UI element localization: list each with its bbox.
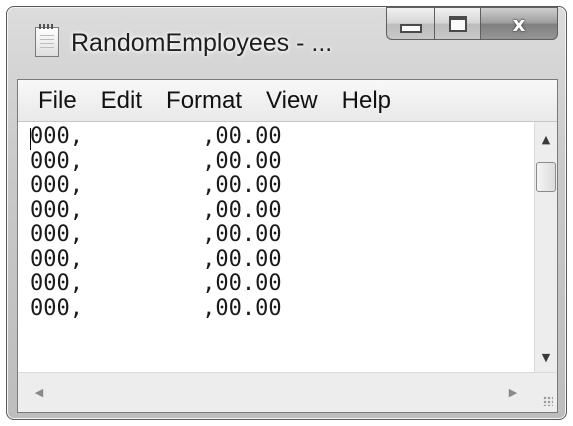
menu-format[interactable]: Format — [154, 81, 254, 121]
vertical-scrollbar[interactable]: ▲ ▼ — [534, 122, 557, 372]
maximize-icon — [448, 15, 467, 32]
text-line: 000, ,00.00 — [30, 197, 282, 223]
text-line: 000, ,00.00 — [30, 295, 282, 321]
close-button[interactable]: x — [480, 7, 558, 40]
title-bar[interactable]: RandomEmployees - ... x — [7, 7, 566, 79]
notepad-window: RandomEmployees - ... x File Edit Format… — [6, 6, 567, 420]
text-line: 000, ,00.00 — [30, 148, 282, 174]
caption-buttons: x — [386, 7, 558, 41]
window-title: RandomEmployees - ... — [71, 29, 333, 57]
text-line: 000, ,00.00 — [30, 173, 282, 198]
client-area: File Edit Format View Help 000, ,00.00 0… — [17, 79, 558, 413]
size-grip[interactable] — [534, 372, 557, 412]
menu-edit[interactable]: Edit — [89, 81, 154, 121]
resize-grip-icon — [543, 396, 553, 406]
menu-help[interactable]: Help — [330, 81, 403, 121]
close-icon: x — [512, 11, 526, 36]
text-line: 000, ,00.00 — [30, 124, 282, 149]
text-editor[interactable]: 000, ,00.00 000, ,00.00 000, ,00.00 000,… — [18, 122, 534, 372]
scroll-left-arrow-icon[interactable]: ◀ — [28, 381, 50, 403]
minimize-button[interactable] — [386, 7, 434, 40]
text-line: 000, ,00.00 — [30, 222, 282, 247]
scroll-down-arrow-icon[interactable]: ▼ — [535, 346, 557, 368]
text-caret — [30, 128, 31, 150]
menu-file[interactable]: File — [26, 81, 89, 121]
scroll-up-arrow-icon[interactable]: ▲ — [535, 128, 557, 150]
maximize-button[interactable] — [434, 7, 480, 40]
vertical-scroll-thumb[interactable] — [536, 162, 556, 192]
text-line: 000, ,00.00 — [30, 271, 282, 296]
minimize-icon — [399, 24, 422, 33]
notepad-icon[interactable] — [35, 24, 59, 57]
scroll-right-arrow-icon[interactable]: ▶ — [502, 381, 524, 403]
menu-view[interactable]: View — [254, 81, 330, 121]
horizontal-scrollbar[interactable]: ◀ ▶ — [18, 372, 534, 412]
editor-text: 000, ,00.00 000, ,00.00 000, ,00.00 000,… — [30, 124, 282, 321]
text-line: 000, ,00.00 — [30, 246, 282, 272]
menu-bar: File Edit Format View Help — [18, 80, 557, 122]
